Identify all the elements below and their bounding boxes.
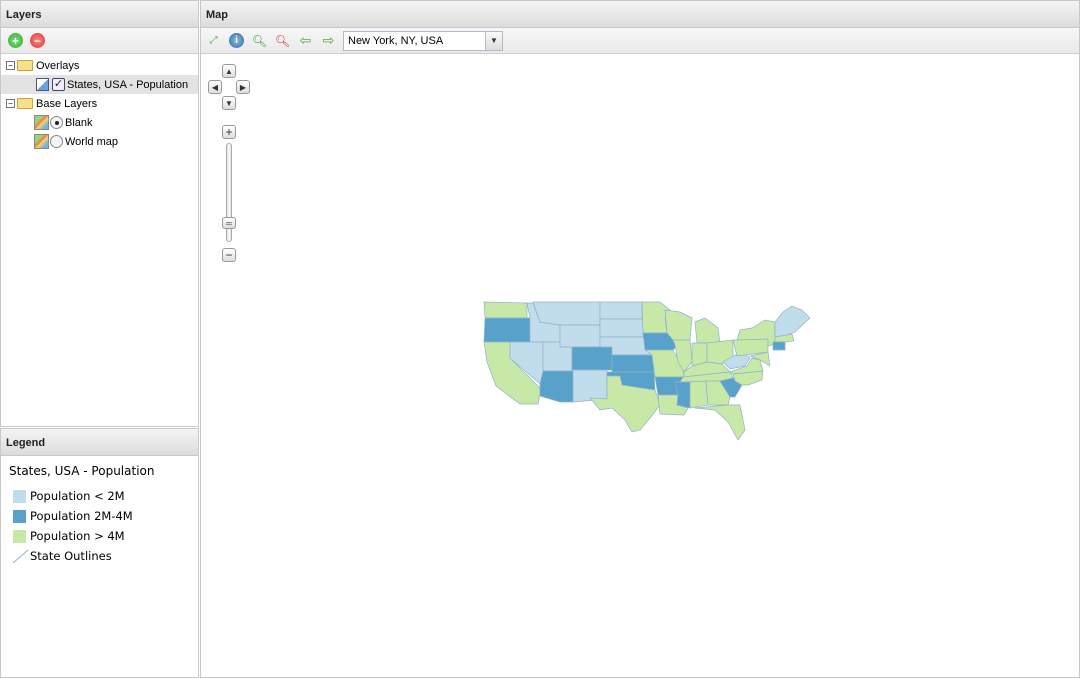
zoom-in-button[interactable]: + [222, 125, 236, 139]
legend-swatch [13, 489, 26, 503]
node-label: States, USA - Population [67, 78, 189, 91]
map-panel: Map ⤢ i 🔍︎ 🔍︎ ⇦ ⇨ New York, NY, USA ▼ ▲ ◀… [200, 0, 1080, 678]
legend-label: Population 2M-4M [30, 509, 133, 523]
tree-node-states-population[interactable]: ✓ States, USA - Population [1, 75, 198, 94]
node-label: World map [65, 135, 118, 148]
location-value[interactable]: New York, NY, USA [344, 35, 485, 47]
node-label: Base Layers [36, 97, 98, 110]
tree-node-world-map[interactable]: World map [1, 132, 198, 151]
layer-radio[interactable] [50, 116, 63, 129]
layer-radio[interactable] [50, 135, 63, 148]
folder-icon [17, 60, 33, 71]
pan-down-button[interactable]: ▼ [222, 96, 236, 110]
legend-label: Population > 4M [30, 529, 125, 543]
back-arrow-icon[interactable]: ⇦ [297, 32, 314, 49]
legend-panel-title: Legend [1, 429, 198, 456]
collapse-icon[interactable]: − [6, 99, 15, 108]
legend-item: State Outlines [1, 546, 198, 566]
raster-layer-icon [34, 115, 49, 130]
zoom-out-button[interactable]: − [222, 248, 236, 262]
tree-node-base-layers[interactable]: − Base Layers [1, 94, 198, 113]
layers-panel-title: Layers [1, 1, 198, 28]
zoom-out-icon[interactable]: 🔍︎ [274, 32, 291, 49]
pan-up-button[interactable]: ▲ [222, 64, 236, 78]
pan-right-button[interactable]: ▶ [236, 80, 250, 94]
pan-left-button[interactable]: ◀ [208, 80, 222, 94]
layer-tree: − Overlays ✓ States, USA - Population − … [1, 54, 198, 151]
collapse-icon[interactable]: − [6, 61, 15, 70]
legend-swatch [13, 509, 26, 523]
map-panel-title: Map [201, 1, 1079, 28]
legend-item: Population > 4M [1, 526, 198, 546]
layers-toolbar: + − [1, 28, 198, 54]
legend-layer-title: States, USA - Population [9, 464, 155, 478]
layers-panel: Layers + − − Overlays ✓ States, USA - Po… [0, 0, 199, 427]
zoom-extent-icon[interactable]: ⤢ [205, 32, 222, 49]
legend-label: State Outlines [30, 549, 112, 563]
chevron-down-icon[interactable]: ▼ [485, 31, 502, 50]
node-label: Blank [65, 116, 93, 129]
legend-swatch [13, 529, 26, 543]
map-toolbar: ⤢ i 🔍︎ 🔍︎ ⇦ ⇨ New York, NY, USA ▼ [201, 28, 1079, 54]
legend-label: Population < 2M [30, 489, 125, 503]
location-combobox[interactable]: New York, NY, USA ▼ [343, 30, 503, 51]
remove-icon[interactable]: − [30, 33, 45, 48]
add-icon[interactable]: + [8, 33, 23, 48]
forward-arrow-icon[interactable]: ⇨ [320, 32, 337, 49]
layer-checkbox[interactable]: ✓ [52, 78, 65, 91]
vector-layer-icon [36, 78, 49, 91]
folder-icon [17, 98, 33, 109]
info-icon[interactable]: i [228, 32, 245, 49]
raster-layer-icon [34, 134, 49, 149]
map-viewport[interactable]: ▲ ◀ ▶ ▼ + ═ − [201, 54, 1079, 677]
tree-node-overlays[interactable]: − Overlays [1, 56, 198, 75]
zoom-slider-thumb[interactable]: ═ [222, 217, 236, 230]
node-label: Overlays [36, 59, 80, 72]
tree-node-blank[interactable]: Blank [1, 113, 198, 132]
zoom-in-icon[interactable]: 🔍︎ [251, 32, 268, 49]
line-swatch-icon [13, 549, 29, 563]
legend-panel: Legend States, USA - Population Populati… [0, 428, 199, 678]
legend-item: Population < 2M [1, 486, 198, 506]
legend-item: Population 2M-4M [1, 506, 198, 526]
